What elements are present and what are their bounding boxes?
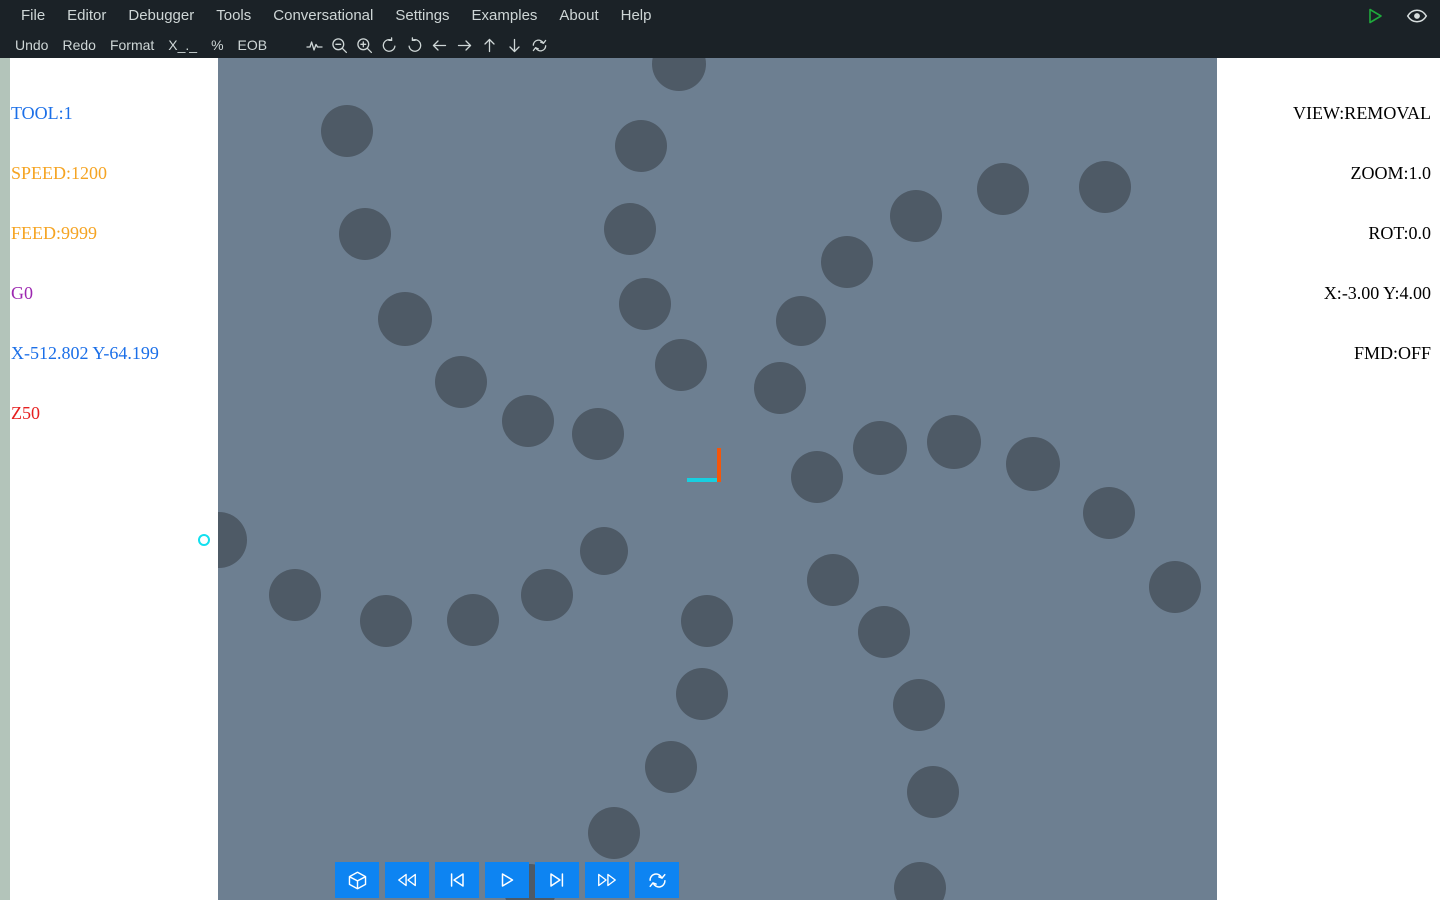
menu-help[interactable]: Help: [610, 0, 663, 32]
gcode-line: TOOL:1: [11, 103, 73, 123]
chip-marker: [807, 554, 859, 606]
arrow-down-icon[interactable]: [502, 33, 527, 57]
chip-marker: [894, 862, 946, 900]
chip-marker: [378, 292, 432, 346]
arrow-up-icon[interactable]: [477, 33, 502, 57]
status-panel: VIEW:REMOVAL ZOOM:1.0 ROT:0.0 X:-3.00 Y:…: [1217, 58, 1440, 900]
chip-marker: [821, 236, 873, 288]
chip-marker: [619, 278, 671, 330]
menu-debugger[interactable]: Debugger: [117, 0, 205, 32]
tool-axis-x: [687, 478, 717, 482]
gcode-scrollbar[interactable]: [0, 58, 10, 900]
header-bar: File Editor Debugger Tools Conversationa…: [0, 0, 1440, 58]
gcode-editor-panel[interactable]: TOOL:1 SPEED:1200 FEED:9999 G0 X-512.802…: [0, 58, 218, 900]
chip-marker: [645, 741, 697, 793]
chip-marker: [339, 208, 391, 260]
arrow-left-icon[interactable]: [427, 33, 452, 57]
chip-marker: [1079, 161, 1131, 213]
chip-marker: [218, 512, 247, 568]
status-zoom: ZOOM:1.0: [1350, 163, 1432, 183]
chip-marker: [580, 527, 628, 575]
status-rot: ROT:0.0: [1368, 223, 1431, 243]
arrow-right-icon[interactable]: [452, 33, 477, 57]
status-readout: VIEW:REMOVAL ZOOM:1.0 ROT:0.0 X:-3.00 Y:…: [1293, 63, 1431, 403]
undo-button[interactable]: Undo: [8, 32, 55, 58]
chip-marker: [572, 408, 624, 460]
format-button[interactable]: Format: [103, 32, 161, 58]
chip-marker: [588, 807, 640, 859]
gcode-line: SPEED:1200: [11, 163, 108, 183]
chip-marker: [776, 296, 826, 346]
menu-settings[interactable]: Settings: [384, 0, 460, 32]
chip-marker: [853, 421, 907, 475]
chip-marker: [435, 356, 487, 408]
chip-marker: [890, 190, 942, 242]
menu-about[interactable]: About: [548, 0, 609, 32]
header-actions: [1362, 0, 1430, 32]
play-icon[interactable]: [485, 862, 529, 898]
rotate-left-icon[interactable]: [377, 33, 402, 57]
chip-marker: [907, 766, 959, 818]
chip-marker: [615, 120, 667, 172]
chip-marker: [269, 569, 321, 621]
rotate-right-icon[interactable]: [402, 33, 427, 57]
chip-marker: [681, 595, 733, 647]
chip-marker: [655, 339, 707, 391]
percent-button[interactable]: %: [204, 32, 230, 58]
status-fmd: FMD:OFF: [1353, 343, 1431, 363]
fast-forward-icon[interactable]: [585, 862, 629, 898]
menu-tools[interactable]: Tools: [205, 0, 262, 32]
chip-marker: [652, 58, 706, 91]
chip-marker: [893, 679, 945, 731]
zoom-out-icon[interactable]: [327, 33, 352, 57]
chip-marker: [502, 395, 554, 447]
chip-marker: [447, 594, 499, 646]
gcode-line: X-512.802 Y-64.199: [11, 343, 159, 363]
chip-marker: [1083, 487, 1135, 539]
eob-button[interactable]: EOB: [231, 32, 275, 58]
simulation-viewport[interactable]: [218, 58, 1217, 900]
status-coords: X:-3.00 Y:4.00: [1323, 283, 1431, 303]
edit-toolbar: Undo Redo Format X_._ % EOB: [0, 32, 552, 58]
chip-marker: [604, 203, 656, 255]
chip-marker: [360, 595, 412, 647]
decimal-format-button[interactable]: X_._: [161, 32, 204, 58]
chip-marker: [1149, 561, 1201, 613]
chip-marker: [927, 415, 981, 469]
skip-back-icon[interactable]: [435, 862, 479, 898]
menu-file[interactable]: File: [10, 0, 56, 32]
chip-marker: [791, 451, 843, 503]
pulse-icon[interactable]: [302, 33, 327, 57]
loop-icon[interactable]: [635, 862, 679, 898]
status-view: VIEW:REMOVAL: [1293, 103, 1431, 123]
skip-forward-icon[interactable]: [535, 862, 579, 898]
gcode-line: G0: [11, 283, 33, 303]
chip-marker: [977, 163, 1029, 215]
menu-conversational[interactable]: Conversational: [262, 0, 384, 32]
toolbar-separator: [274, 45, 302, 46]
gcode-line: FEED:9999: [11, 223, 98, 243]
menu-editor[interactable]: Editor: [56, 0, 117, 32]
chip-marker: [521, 569, 573, 621]
cube-icon[interactable]: [335, 862, 379, 898]
play-icon[interactable]: [1362, 3, 1388, 29]
app-root: File Editor Debugger Tools Conversationa…: [0, 0, 1440, 900]
chip-marker: [754, 362, 806, 414]
tool-axis-y: [717, 448, 721, 482]
playback-toolbar: [335, 862, 679, 898]
eye-icon[interactable]: [1404, 3, 1430, 29]
cursor-ring-indicator: [198, 534, 210, 546]
refresh-icon[interactable]: [527, 33, 552, 57]
redo-button[interactable]: Redo: [55, 32, 102, 58]
gcode-text: TOOL:1 SPEED:1200 FEED:9999 G0 X-512.802…: [11, 63, 159, 463]
menu-examples[interactable]: Examples: [461, 0, 549, 32]
chip-marker: [676, 668, 728, 720]
rewind-icon[interactable]: [385, 862, 429, 898]
chip-marker: [321, 105, 373, 157]
chip-marker: [858, 606, 910, 658]
zoom-in-icon[interactable]: [352, 33, 377, 57]
chip-marker: [1006, 437, 1060, 491]
menu-bar: File Editor Debugger Tools Conversationa…: [0, 0, 662, 32]
gcode-line: Z50: [11, 403, 40, 423]
